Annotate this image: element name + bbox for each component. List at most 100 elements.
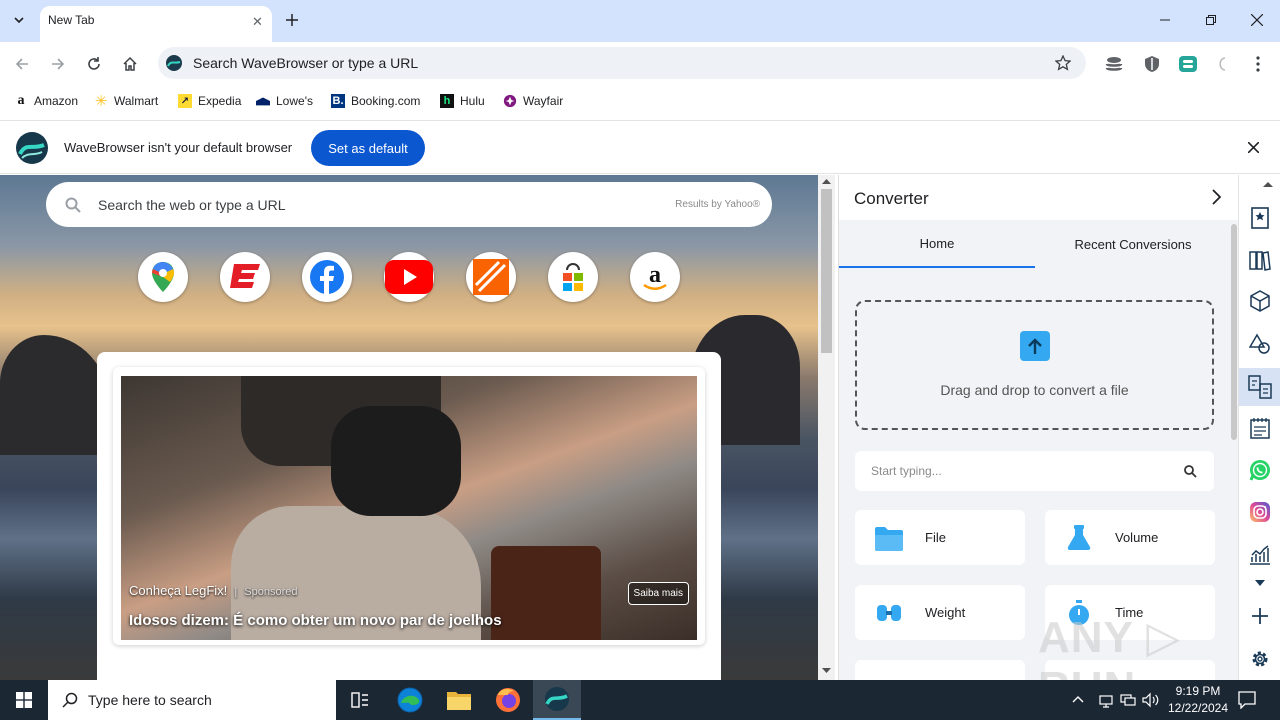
category-volume[interactable]: Volume [1045, 510, 1215, 565]
back-button[interactable] [8, 50, 36, 78]
close-window-button[interactable] [1234, 0, 1280, 40]
shortcut-facebook[interactable] [302, 252, 352, 302]
booking-icon: B. [331, 94, 345, 108]
reload-button[interactable] [80, 50, 108, 78]
scrollbar-thumb[interactable] [821, 189, 832, 353]
bookmark-booking[interactable]: B. Booking.com [331, 92, 420, 110]
conversion-search-placeholder: Start typing... [871, 464, 942, 478]
category-label: File [925, 530, 946, 545]
taskbar-file-explorer[interactable] [435, 680, 483, 720]
chevron-down-icon[interactable] [1255, 580, 1265, 586]
extension-stack-icon[interactable] [1102, 52, 1126, 76]
new-tab-button[interactable] [279, 8, 305, 32]
bookmark-walmart[interactable]: ✳ Walmart [94, 92, 159, 110]
taskbar-search-placeholder: Type here to search [88, 692, 212, 708]
bookmark-expedia[interactable]: ↗ Expedia [178, 92, 241, 110]
scroll-up-icon[interactable] [1263, 181, 1273, 187]
wavebrowser-icon [166, 55, 182, 71]
bookmark-label: Lowe's [276, 94, 313, 108]
home-depot-icon [473, 259, 509, 295]
start-button[interactable] [0, 680, 48, 720]
shapes-icon[interactable] [1247, 331, 1273, 357]
network-icon[interactable] [1098, 692, 1114, 708]
wired-network-icon[interactable] [1120, 692, 1136, 708]
forward-button[interactable] [44, 50, 72, 78]
menu-button[interactable] [1246, 52, 1270, 76]
search-icon [1184, 465, 1197, 478]
web-search-placeholder: Search the web or type a URL [98, 197, 286, 213]
bookmark-amazon[interactable]: a Amazon [14, 92, 79, 110]
minimize-button[interactable] [1142, 0, 1188, 40]
wayfair-icon [503, 94, 517, 108]
taskbar-firefox[interactable] [484, 680, 532, 720]
close-icon[interactable] [1248, 142, 1259, 153]
bookmark-lowes[interactable]: Lowe's [256, 92, 313, 110]
chart-icon[interactable] [1247, 541, 1273, 567]
omnibox[interactable]: Search WaveBrowser or type a URL [158, 47, 1086, 79]
shortcut-amazon[interactable]: a [630, 252, 680, 302]
search-icon [65, 197, 81, 213]
bookmark-hulu[interactable]: h Hulu [440, 92, 485, 110]
taskbar-wavebrowser[interactable] [533, 680, 581, 720]
category-weight[interactable]: Weight [855, 585, 1025, 640]
tab-search-button[interactable] [6, 8, 32, 32]
title-bar: New Tab ✕ [0, 0, 1280, 42]
converter-icon[interactable] [1239, 368, 1280, 406]
home-icon [123, 56, 137, 71]
dumbbell-icon [877, 605, 901, 621]
shortcut-espn[interactable] [220, 252, 270, 302]
bookmark-label: Amazon [34, 94, 79, 108]
taskbar-edge[interactable] [386, 680, 434, 720]
chevron-right-icon[interactable] [1211, 189, 1221, 205]
chevron-down-icon [14, 17, 24, 24]
star-icon[interactable] [1055, 55, 1071, 71]
package-icon[interactable] [1247, 288, 1273, 314]
shortcut-home-depot[interactable] [466, 252, 516, 302]
ad-image[interactable]: Conheça LegFix! | Sponsored Saiba mais I… [121, 376, 697, 640]
set-as-default-button[interactable]: Set as default [311, 130, 425, 166]
shield-icon[interactable] [1140, 52, 1164, 76]
home-button[interactable] [116, 50, 144, 78]
side-rail [1238, 175, 1280, 680]
clock-time: 9:19 PM [1175, 684, 1221, 698]
shortcut-youtube[interactable] [384, 252, 434, 302]
web-search-box[interactable]: Search the web or type a URL Results by … [46, 182, 772, 227]
category-more[interactable] [855, 660, 1025, 680]
ad-headline[interactable]: Idosos dizem: É como obter um novo par d… [129, 612, 502, 629]
notepad-icon[interactable] [1247, 415, 1273, 441]
tab-recent-conversions[interactable]: Recent Conversions [1035, 220, 1231, 268]
omnibox-placeholder: Search WaveBrowser or type a URL [193, 55, 419, 71]
bookmark-label: Hulu [460, 94, 485, 108]
facebook-icon [310, 260, 344, 294]
toggle-extension-icon[interactable] [1176, 52, 1200, 76]
volume-icon[interactable] [1142, 692, 1160, 708]
conversion-search-input[interactable]: Start typing... [855, 451, 1214, 491]
reading-icon[interactable] [1247, 247, 1273, 273]
page-scrollbar[interactable] [818, 175, 835, 680]
shortcut-microsoft-store[interactable] [548, 252, 598, 302]
more-vertical-icon [1256, 56, 1260, 72]
sponsored-label: Sponsored [244, 586, 298, 598]
category-file[interactable]: File [855, 510, 1025, 565]
shortcut-google-maps[interactable] [138, 252, 188, 302]
bookmarks-icon[interactable] [1247, 205, 1273, 231]
notifications-icon[interactable] [1238, 691, 1256, 709]
new-tab-page: Search the web or type a URL Results by … [0, 175, 818, 680]
panel-scrollbar-thumb[interactable] [1231, 224, 1237, 440]
restore-button[interactable] [1188, 0, 1234, 40]
ad-cta-button[interactable]: Saiba mais [627, 582, 689, 605]
whatsapp-icon[interactable] [1247, 457, 1273, 483]
tab-new-tab[interactable]: New Tab ✕ [40, 6, 272, 42]
folder-icon [875, 527, 903, 551]
file-dropzone[interactable]: Drag and drop to convert a file [855, 300, 1214, 430]
bookmark-wayfair[interactable]: Wayfair [503, 92, 563, 110]
close-tab-icon[interactable]: ✕ [252, 14, 263, 30]
tab-home[interactable]: Home [839, 220, 1035, 268]
chevron-up-icon[interactable] [1072, 695, 1084, 703]
taskbar-search-box[interactable]: Type here to search [48, 680, 336, 720]
taskbar-clock[interactable]: 9:19 PM 12/22/2024 [1160, 683, 1236, 717]
instagram-icon[interactable] [1247, 499, 1273, 525]
extension-icon[interactable] [1210, 52, 1234, 76]
task-view-button[interactable] [336, 680, 384, 720]
sponsored-ad-card[interactable]: Conheça LegFix! | Sponsored Saiba mais I… [113, 367, 705, 645]
